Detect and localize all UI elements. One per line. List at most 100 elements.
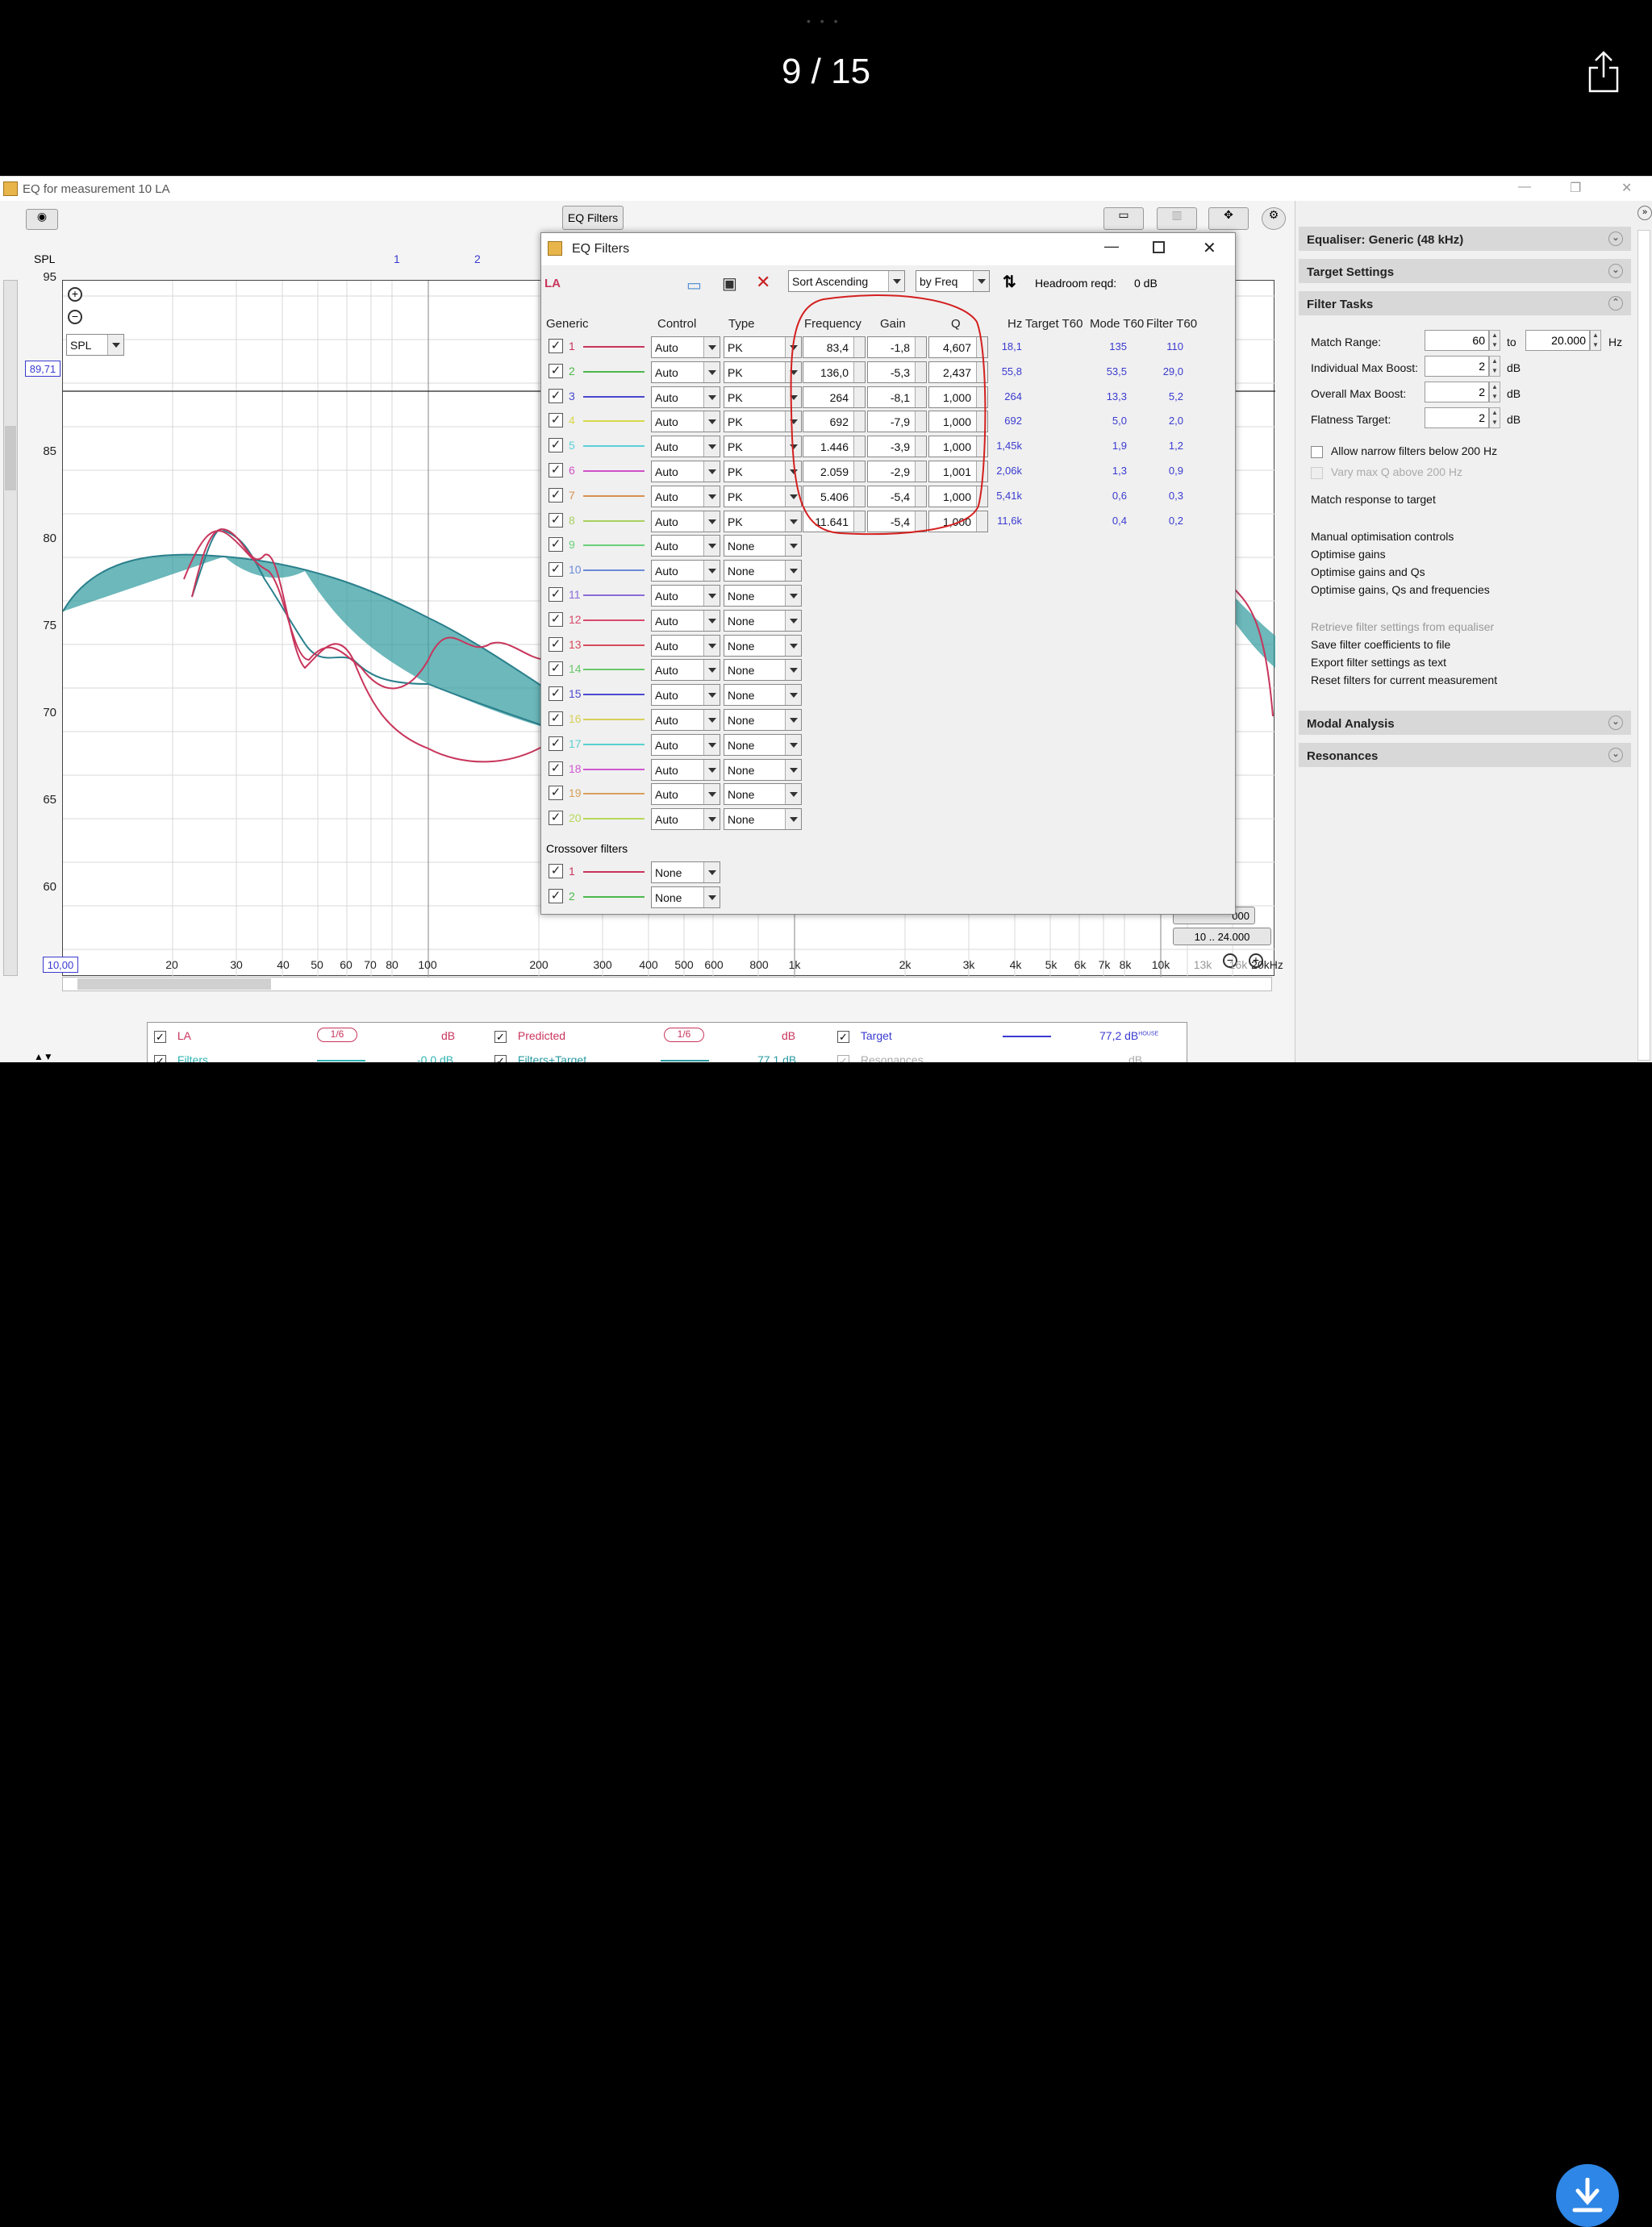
more-dots-icon[interactable]: • • • — [807, 15, 841, 27]
chevron-down-icon[interactable] — [785, 784, 801, 805]
chevron-down-icon[interactable] — [785, 734, 801, 755]
target-settings-header[interactable]: Target Settings ⌄ — [1299, 259, 1631, 283]
control-select[interactable]: Auto — [651, 386, 720, 408]
manual-optimisation-action[interactable]: Manual optimisation controls — [1311, 530, 1454, 543]
type-select[interactable]: None — [724, 684, 802, 707]
chevron-down-icon[interactable] — [703, 511, 720, 532]
chevron-down-icon[interactable] — [107, 335, 123, 355]
type-select[interactable]: None — [724, 733, 802, 756]
chevron-down-icon[interactable] — [703, 759, 720, 780]
legend-checkbox[interactable]: ✓ — [154, 1030, 166, 1043]
optimise-all-action[interactable]: Optimise gains, Qs and frequencies — [1311, 583, 1490, 596]
chevron-down-icon[interactable]: ⌄ — [1608, 715, 1623, 730]
chevron-down-icon[interactable] — [785, 561, 801, 582]
sort-by-select[interactable]: by Freq — [916, 270, 990, 292]
legend-checkbox[interactable]: ✓ — [494, 1030, 507, 1043]
modal-analysis-header[interactable]: Modal Analysis ⌄ — [1299, 711, 1631, 735]
control-select[interactable]: Auto — [651, 709, 720, 731]
control-select[interactable]: Auto — [651, 411, 720, 433]
filter-enable-checkbox[interactable]: ✓ — [549, 661, 563, 677]
spinner-icon[interactable]: ▲ ▼ — [1590, 330, 1601, 351]
filter-enable-checkbox[interactable]: ✓ — [549, 811, 563, 826]
crossover-type-select[interactable]: None — [651, 861, 720, 883]
chevron-down-icon[interactable] — [785, 586, 801, 606]
control-select[interactable]: Auto — [651, 783, 720, 806]
download-button[interactable] — [1556, 2164, 1619, 2227]
horizontal-scroll-thumb[interactable] — [77, 978, 271, 990]
expand-panel-icon[interactable]: » — [1637, 206, 1652, 220]
allow-narrow-option[interactable]: Allow narrow filters below 200 Hz — [1311, 444, 1497, 458]
columns-icon[interactable]: ▥ — [1157, 207, 1197, 230]
crossover-enable-checkbox[interactable]: ✓ — [549, 864, 563, 878]
filter-enable-checkbox[interactable]: ✓ — [549, 711, 563, 726]
chevron-down-icon[interactable] — [785, 710, 801, 730]
chevron-down-icon[interactable] — [703, 809, 720, 830]
control-select[interactable]: Auto — [651, 361, 720, 383]
control-select[interactable]: Auto — [651, 684, 720, 707]
control-select[interactable]: Auto — [651, 436, 720, 458]
match-response-action[interactable]: Match response to target — [1311, 493, 1436, 506]
control-select[interactable]: Auto — [651, 808, 720, 831]
control-select[interactable]: Auto — [651, 733, 720, 756]
chevron-down-icon[interactable] — [703, 436, 720, 457]
filter-enable-checkbox[interactable]: ✓ — [549, 487, 563, 503]
allow-narrow-checkbox[interactable] — [1311, 445, 1323, 458]
zoom-out-icon[interactable]: − — [68, 310, 82, 324]
filter-enable-checkbox[interactable]: ✓ — [549, 339, 563, 353]
crossover-enable-checkbox[interactable]: ✓ — [549, 889, 563, 903]
control-select[interactable]: Auto — [651, 758, 720, 781]
spinner-icon[interactable]: ▲ ▼ — [1489, 330, 1500, 351]
filter-enable-checkbox[interactable]: ✓ — [549, 686, 563, 702]
chevron-down-icon[interactable] — [703, 660, 720, 681]
save-icon[interactable]: ▣ — [722, 273, 737, 294]
type-select[interactable]: None — [724, 808, 802, 831]
panel-scrollbar[interactable] — [1637, 230, 1650, 1061]
crossover-type-select[interactable]: None — [651, 886, 720, 908]
graph-layout-icon[interactable]: ▭ — [1103, 207, 1144, 230]
filter-enable-checkbox[interactable]: ✓ — [549, 388, 563, 403]
save-coefficients-action[interactable]: Save filter coefficients to file — [1311, 638, 1450, 651]
chevron-down-icon[interactable]: ⌄ — [1608, 748, 1623, 762]
filter-enable-checkbox[interactable]: ✓ — [549, 761, 563, 776]
control-select[interactable]: Auto — [651, 659, 720, 682]
move-arrows-icon[interactable]: ✥ — [1208, 207, 1249, 230]
chevron-down-icon[interactable] — [785, 610, 801, 631]
filter-enable-checkbox[interactable]: ✓ — [549, 562, 563, 578]
legend-checkbox[interactable]: ✓ — [837, 1030, 849, 1043]
horizontal-scrollbar[interactable] — [62, 977, 1272, 991]
type-select[interactable]: None — [724, 560, 802, 582]
chevron-down-icon[interactable] — [785, 660, 801, 681]
chevron-down-icon[interactable] — [703, 887, 720, 907]
optimise-gains-qs-action[interactable]: Optimise gains and Qs — [1311, 565, 1425, 578]
control-select[interactable]: Auto — [651, 461, 720, 482]
chevron-down-icon[interactable] — [703, 461, 720, 482]
chevron-down-icon[interactable] — [703, 486, 720, 507]
chevron-down-icon[interactable] — [703, 337, 720, 357]
cursor-value-box[interactable]: 89,71 — [25, 361, 60, 377]
chevron-down-icon[interactable] — [703, 685, 720, 706]
control-select[interactable]: Auto — [651, 336, 720, 358]
type-select[interactable]: None — [724, 659, 802, 682]
spinner-icon[interactable]: ▲ ▼ — [1489, 356, 1500, 377]
spinner-icon[interactable]: ▲ ▼ — [1489, 382, 1500, 402]
type-select[interactable]: None — [724, 758, 802, 781]
open-folder-icon[interactable]: ▭ — [686, 275, 702, 295]
type-select[interactable]: None — [724, 783, 802, 806]
overall-boost-input[interactable]: 2 — [1425, 382, 1489, 402]
type-select[interactable]: None — [724, 709, 802, 731]
control-select[interactable]: Auto — [651, 510, 720, 532]
type-select[interactable]: None — [724, 634, 802, 657]
legend-la[interactable]: ✓ LA — [154, 1029, 191, 1045]
chevron-down-icon[interactable] — [888, 271, 904, 291]
chevron-down-icon[interactable] — [973, 271, 989, 291]
filter-tasks-header[interactable]: Filter Tasks ⌃ — [1299, 291, 1631, 315]
legend-target[interactable]: ✓ Target — [837, 1029, 892, 1045]
restore-icon[interactable]: ❐ — [1570, 180, 1581, 196]
individual-boost-input[interactable]: 2 — [1425, 356, 1489, 377]
type-select[interactable]: None — [724, 585, 802, 607]
close-icon[interactable]: ✕ — [1621, 180, 1632, 196]
filter-enable-checkbox[interactable]: ✓ — [549, 636, 563, 652]
minimize-icon[interactable]: — — [1518, 180, 1531, 194]
chevron-up-icon[interactable]: ⌃ — [1608, 296, 1623, 311]
spl-select[interactable]: SPL — [66, 334, 124, 356]
